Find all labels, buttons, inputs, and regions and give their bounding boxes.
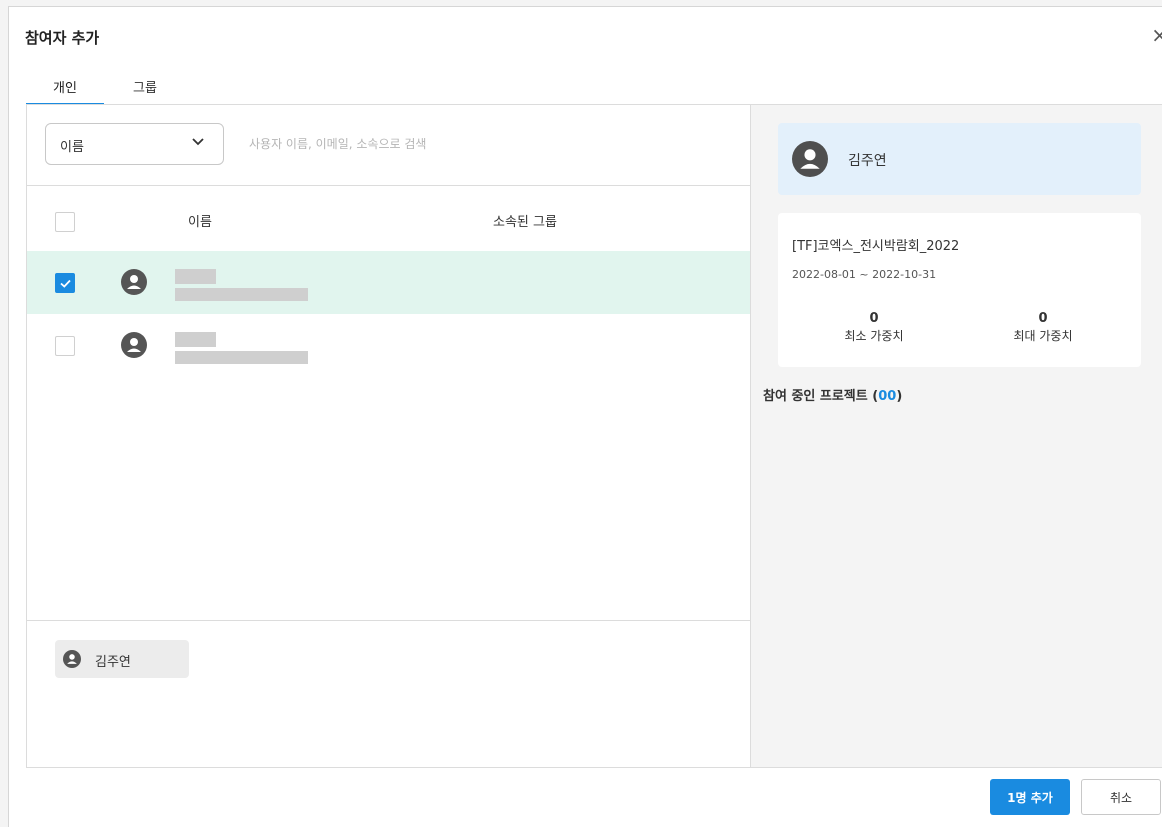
search-input[interactable]	[249, 129, 709, 159]
max-weight-value: 0	[1038, 311, 1048, 326]
tab-individual[interactable]: 개인	[26, 73, 104, 105]
redacted-user-email	[175, 351, 308, 364]
cancel-button[interactable]: 취소	[1081, 779, 1161, 815]
select-all-checkbox[interactable]	[55, 212, 75, 232]
tab-group[interactable]: 그룹	[106, 73, 184, 105]
redacted-user-name	[175, 269, 216, 284]
project-name: [TF]코엑스_전시박람회_2022	[792, 239, 960, 254]
min-weight-stat: 0 최소 가중치	[814, 311, 934, 344]
search-field-select[interactable]: 이름	[45, 123, 224, 165]
dialog-title: 참여자 추가	[25, 29, 100, 47]
user-avatar-icon	[63, 650, 81, 668]
table-row[interactable]	[27, 251, 750, 314]
add-participant-dialog: 참여자 추가 × 개인 그룹 이름 이름 소속된 그룹	[8, 6, 1162, 827]
redacted-user-email	[175, 288, 308, 301]
selection-divider	[27, 620, 750, 621]
selected-user-chip[interactable]: 김주연	[55, 640, 189, 678]
max-weight-stat: 0 최대 가중치	[983, 311, 1103, 344]
user-detail-card: 김주연	[778, 123, 1141, 195]
row-checkbox[interactable]	[55, 336, 75, 356]
table-row[interactable]	[27, 314, 750, 377]
search-field-selected-value: 이름	[60, 140, 84, 155]
check-icon	[60, 279, 71, 288]
user-avatar-icon	[121, 269, 147, 295]
column-header-name: 이름	[188, 215, 212, 230]
redacted-user-name	[175, 332, 216, 347]
participating-close-paren: )	[896, 389, 903, 404]
user-avatar-icon	[121, 332, 147, 358]
row-checkbox[interactable]	[55, 273, 75, 293]
column-header-group: 소속된 그룹	[493, 215, 557, 230]
min-weight-value: 0	[869, 311, 879, 326]
participating-count: 00	[878, 389, 897, 404]
chip-label: 김주연	[95, 655, 131, 670]
project-period: 2022-08-01 ~ 2022-10-31	[792, 268, 937, 281]
add-participant-button[interactable]: 1명 추가	[990, 779, 1070, 815]
project-card: [TF]코엑스_전시박람회_2022 2022-08-01 ~ 2022-10-…	[778, 213, 1141, 367]
close-icon[interactable]: ×	[1151, 23, 1162, 47]
min-weight-label: 최소 가중치	[844, 329, 904, 343]
user-list-panel: 이름 이름 소속된 그룹	[26, 105, 751, 768]
max-weight-label: 최대 가중치	[1013, 329, 1073, 343]
chevron-down-icon	[192, 138, 204, 146]
participating-projects-heading: 참여 중인 프로젝트 (00)	[763, 385, 902, 404]
tab-bar: 개인 그룹	[26, 73, 1162, 105]
participating-label: 참여 중인 프로젝트	[763, 389, 868, 404]
detail-user-name: 김주연	[848, 153, 887, 169]
list-divider	[27, 185, 750, 186]
user-avatar-icon	[792, 141, 828, 177]
user-detail-panel: 김주연 [TF]코엑스_전시박람회_2022 2022-08-01 ~ 2022…	[751, 105, 1162, 768]
